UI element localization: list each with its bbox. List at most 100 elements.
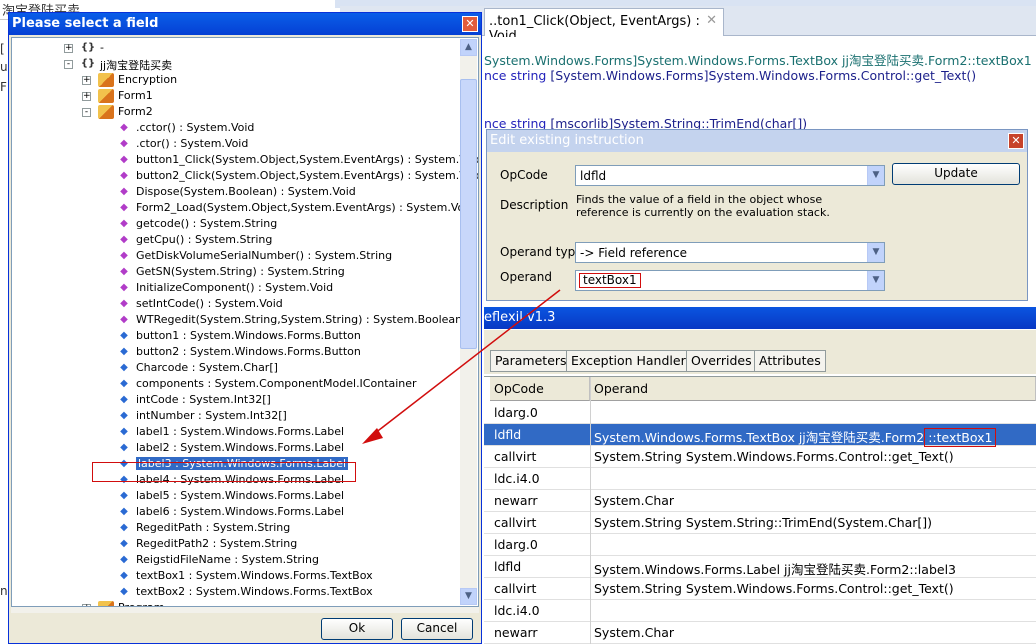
opcode-select[interactable]: ldfld ▼ xyxy=(575,165,885,186)
table-row[interactable]: ldfld System.Windows.Forms.Label jj淘宝登陆买卖… xyxy=(484,556,1036,578)
field-icon: ◆ xyxy=(120,554,128,565)
tree-node-label: button2_Click(System.Object,System.Event… xyxy=(136,169,479,182)
tree-node-label: components : System.ComponentModel.ICont… xyxy=(136,377,417,390)
class-icon xyxy=(98,105,114,119)
close-icon[interactable]: ✕ xyxy=(462,16,478,32)
update-button[interactable]: Update xyxy=(892,163,1020,185)
tree-node-label: label2 : System.Windows.Forms.Label xyxy=(136,441,345,454)
field-icon: ◆ xyxy=(120,538,128,549)
field-icon: ◆ xyxy=(120,426,128,437)
ok-button[interactable]: Ok xyxy=(321,618,393,640)
tab-overrides[interactable]: Overrides xyxy=(686,350,757,372)
field-icon: ◆ xyxy=(120,490,128,501)
operand-select[interactable]: textBox1 ▼ xyxy=(575,270,885,291)
tree-node-label: textBox1 : System.Windows.Forms.TextBox xyxy=(136,569,373,582)
opcode-value: ldfld xyxy=(580,169,607,183)
tree-node-label: RegeditPath2 : System.String xyxy=(136,537,298,550)
opcode-cell: callvirt xyxy=(494,581,537,596)
class-icon xyxy=(98,73,114,87)
scroll-thumb[interactable] xyxy=(460,79,477,349)
grid-header-operand[interactable]: Operand xyxy=(590,377,1036,401)
field-icon: ◆ xyxy=(120,330,128,341)
tree-expander-icon[interactable]: - xyxy=(82,108,91,117)
tab-exception-handlers[interactable]: Exception Handlers xyxy=(566,350,698,372)
tree-node-label: Charcode : System.Char[] xyxy=(136,361,278,374)
reflexil-title: eflexil v1.3 xyxy=(484,310,556,325)
table-row[interactable]: ldc.i4.0 xyxy=(484,468,1036,490)
grid-header-opcode[interactable]: OpCode xyxy=(490,377,590,401)
chevron-down-icon[interactable]: ▼ xyxy=(867,166,884,185)
tab-attributes[interactable]: Attributes xyxy=(754,350,826,372)
opcode-cell: callvirt xyxy=(494,515,537,530)
operand-value: textBox1 xyxy=(579,273,641,288)
operand-label: Operand xyxy=(500,270,552,284)
scroll-down-icon[interactable]: ▼ xyxy=(460,588,477,605)
tree-horizontal-scrollbar[interactable] xyxy=(11,607,479,613)
chevron-down-icon[interactable]: ▼ xyxy=(867,271,884,290)
close-tab-icon[interactable]: ✕ xyxy=(706,13,717,28)
table-row[interactable]: callvirt System.String System.Windows.For… xyxy=(484,578,1036,600)
tree-node-label: RegeditPath : System.String xyxy=(136,521,291,534)
method-icon: ◆ xyxy=(120,298,128,309)
tree-node-label: Form2_Load(System.Object,System.EventArg… xyxy=(136,201,475,214)
tree-expander-icon[interactable]: - xyxy=(64,60,73,69)
operand-type-value: -> Field reference xyxy=(580,246,688,260)
scroll-up-icon[interactable]: ▲ xyxy=(460,39,477,56)
tree-node-label: .ctor() : System.Void xyxy=(136,137,249,150)
namespace-icon: {} xyxy=(80,42,96,53)
field-icon: ◆ xyxy=(120,378,128,389)
tree-node-label: textBox2 : System.Windows.Forms.TextBox xyxy=(136,585,373,598)
table-row[interactable]: newarr System.Char xyxy=(484,622,1036,644)
method-icon: ◆ xyxy=(120,154,128,165)
table-row[interactable]: newarr System.Char xyxy=(484,490,1036,512)
field-icon: ◆ xyxy=(120,410,128,421)
select-field-titlebar: Please select a field ✕ xyxy=(9,13,481,35)
tree-vertical-scrollbar[interactable]: ▲ ▼ xyxy=(460,39,477,605)
operand-type-select[interactable]: -> Field reference ▼ xyxy=(575,242,885,263)
tree-node-label: ReigstidFileName : System.String xyxy=(136,553,319,566)
code-token: nce xyxy=(484,68,511,83)
tree-node-label: setIntCode() : System.Void xyxy=(136,297,283,310)
opcode-cell: ldarg.0 xyxy=(494,405,538,420)
table-row[interactable]: callvirt System.String System.String::Tri… xyxy=(484,512,1036,534)
table-row[interactable]: ldarg.0 xyxy=(484,534,1036,556)
highlighted-field-ref: ::textBox1 xyxy=(924,428,997,447)
field-icon: ◆ xyxy=(120,442,128,453)
field-icon: ◆ xyxy=(120,570,128,581)
edit-instruction-dialog: Edit existing instruction ✕ OpCode ldfld… xyxy=(486,129,1028,301)
member-tree: +{} - -{} jj淘宝登陆买卖 + Encryption + Form1- Form2 ◆.… xyxy=(11,37,479,607)
chevron-down-icon[interactable]: ▼ xyxy=(867,243,884,262)
field-icon: ◆ xyxy=(120,586,128,597)
tree-node-label: Form2 xyxy=(118,105,153,118)
tree-expander-icon[interactable]: + xyxy=(82,92,91,101)
field-icon: ◆ xyxy=(120,506,128,517)
opcode-cell: ldc.i4.0 xyxy=(494,603,540,618)
reflexil-tab-strip: Parameters Exception Handlers Overrides … xyxy=(484,330,1036,374)
tree-expander-icon[interactable]: + xyxy=(82,76,91,85)
edit-dialog-title: Edit existing instruction xyxy=(490,133,644,148)
operand-cell: System.String System.String::TrimEnd(Sys… xyxy=(594,515,933,530)
table-row[interactable]: ldfld System.Windows.Forms.TextBox jj淘宝登陆… xyxy=(484,424,1036,447)
cancel-button[interactable]: Cancel xyxy=(401,618,473,640)
method-icon: ◆ xyxy=(120,282,128,293)
tab-parameters[interactable]: Parameters xyxy=(490,350,572,372)
tree-expander-icon[interactable]: + xyxy=(64,44,73,53)
code-token: string xyxy=(510,68,551,83)
code-token: [System.Windows.Forms]System.Windows.For… xyxy=(550,68,977,83)
operand-cell: System.Windows.Forms.Label jj淘宝登陆买卖.Form… xyxy=(594,562,956,577)
method-icon: ◆ xyxy=(120,266,128,277)
tree-node-label: Encryption xyxy=(118,73,178,86)
tree-node-label: intCode : System.Int32[] xyxy=(136,393,271,406)
method-icon: ◆ xyxy=(120,202,128,213)
code-line: System.Windows.Forms]System.Windows.Form… xyxy=(484,50,1032,69)
instruction-grid: OpCode Operand ldarg.0 ldfld System.Window… xyxy=(484,376,1036,644)
table-row[interactable]: callvirt System.String System.Windows.For… xyxy=(484,446,1036,468)
tree-node-label: InitializeComponent() : System.Void xyxy=(136,281,334,294)
operand-cell: System.String System.Windows.Forms.Contr… xyxy=(594,581,954,596)
table-row[interactable]: ldarg.0 xyxy=(484,402,1036,424)
close-icon[interactable]: ✕ xyxy=(1008,133,1024,149)
tree-node-label: label5 : System.Windows.Forms.Label xyxy=(136,489,345,502)
description-label: Description xyxy=(500,198,569,212)
document-tab[interactable]: ..ton1_Click(Object, EventArgs) : Void ✕ xyxy=(484,8,724,44)
table-row[interactable]: ldc.i4.0 xyxy=(484,600,1036,622)
